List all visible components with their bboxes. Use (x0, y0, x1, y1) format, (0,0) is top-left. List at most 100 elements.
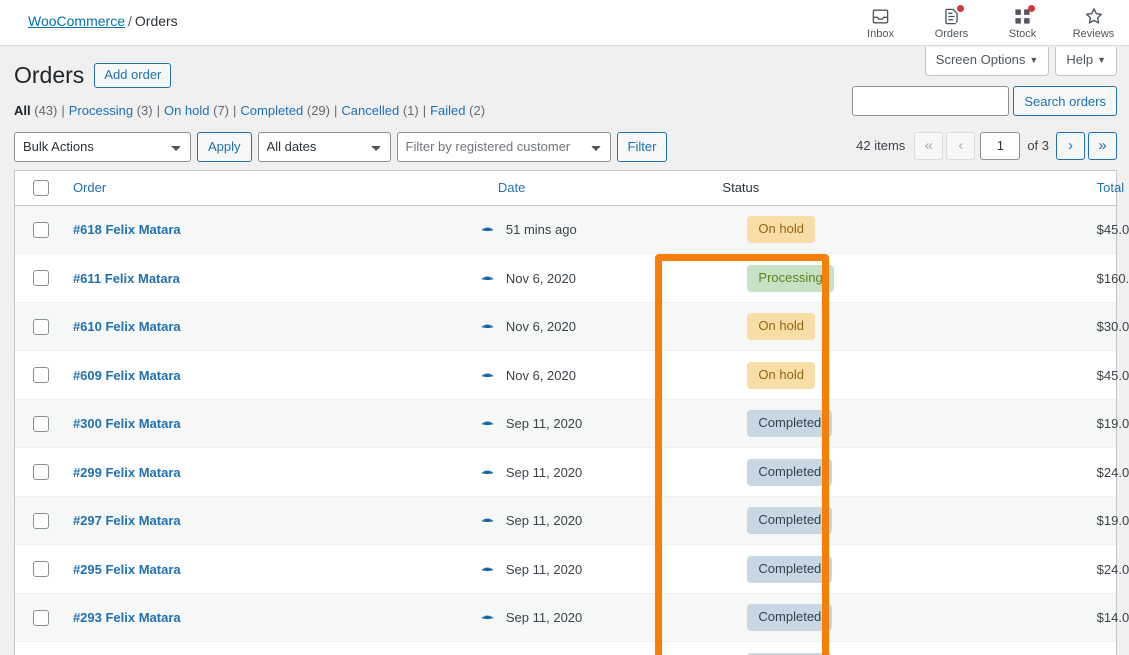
order-link[interactable]: #609 Felix Matara (73, 368, 181, 383)
order-link[interactable]: #300 Felix Matara (73, 416, 181, 431)
date-text: Nov 6, 2020 (505, 270, 576, 286)
status-cell: On hold (722, 302, 1097, 352)
table-row[interactable]: #299 Felix Matara Sep 11, 2020 Completed $2… (15, 448, 1129, 497)
status-filter-failed[interactable]: Failed (2) (430, 103, 485, 118)
row-checkbox[interactable] (33, 609, 49, 626)
row-checkbox[interactable] (33, 512, 49, 529)
order-link[interactable]: #295 Felix Matara (73, 562, 181, 577)
search-input[interactable] (852, 86, 1010, 116)
status-filter-label[interactable]: Cancelled (341, 103, 399, 118)
status-filter-label[interactable]: All (14, 103, 31, 118)
row-checkbox[interactable] (33, 464, 49, 481)
first-page-button[interactable]: « (914, 131, 944, 160)
table-row[interactable]: #300 Felix Matara Sep 11, 2020 Completed $1… (15, 399, 1129, 449)
row-checkbox[interactable] (33, 415, 49, 432)
order-link[interactable]: #297 Felix Matara (73, 513, 181, 528)
customer-filter-select[interactable]: Filter by registered customer (396, 131, 611, 162)
status-filter-all[interactable]: All (43) (14, 103, 57, 118)
breadcrumb-woocommerce-link[interactable]: WooCommerce (28, 13, 125, 29)
status-filter-processing[interactable]: Processing (3) (69, 103, 153, 118)
row-checkbox[interactable] (33, 367, 49, 384)
title-row: Orders Add order (14, 46, 1117, 91)
add-order-button[interactable]: Add order (94, 63, 172, 89)
inbox-icon (871, 6, 891, 26)
order-cell: #610 Felix Matara (72, 302, 498, 352)
next-page-button[interactable]: › (1056, 131, 1085, 160)
preview-eye-icon[interactable] (470, 271, 506, 286)
status-filter-label[interactable]: Failed (430, 103, 465, 118)
status-cell: Completed (722, 545, 1097, 594)
table-row[interactable]: #618 Felix Matara 51 mins ago On hold $45.0… (15, 205, 1129, 255)
activity-panel-item-orders[interactable]: Orders (916, 0, 987, 46)
search-box: Search orders (852, 86, 1117, 116)
row-checkbox[interactable] (33, 561, 49, 578)
table-row[interactable]: #295 Felix Matara Sep 11, 2020 Completed $2… (15, 545, 1129, 594)
preview-eye-icon[interactable] (470, 562, 506, 577)
status-badge: Completed (747, 507, 833, 535)
status-filter-count: (43) (30, 102, 58, 118)
last-page-button[interactable]: » (1088, 131, 1117, 160)
status-filter-divider: | (422, 102, 427, 118)
order-link[interactable]: #618 Felix Matara (73, 222, 181, 237)
status-filter-cancelled[interactable]: Cancelled (1) (341, 103, 418, 118)
order-link[interactable]: #299 Felix Matara (73, 465, 181, 480)
activity-panel-item-inbox[interactable]: Inbox (845, 0, 916, 46)
status-filter-on-hold[interactable]: On hold (7) (164, 103, 229, 118)
prev-page-button[interactable]: ‹ (946, 131, 976, 160)
preview-eye-icon[interactable] (470, 368, 506, 383)
date-cell: Sep 11, 2020 (481, 448, 723, 497)
filter-button[interactable]: Filter (616, 131, 668, 162)
table-row[interactable]: #610 Felix Matara Nov 6, 2020 On hold $30.0… (15, 302, 1129, 352)
status-filter-label[interactable]: Processing (69, 103, 133, 118)
total-amount: $19.00 (1096, 416, 1129, 432)
preview-eye-icon[interactable] (470, 319, 506, 334)
row-checkbox[interactable] (33, 221, 49, 238)
activity-panel-item-reviews[interactable]: Reviews (1058, 0, 1129, 46)
status-filter-label[interactable]: Completed (240, 103, 303, 118)
select-all-checkbox[interactable] (33, 180, 49, 197)
column-header-total[interactable]: Total (1096, 170, 1124, 206)
table-row[interactable]: #609 Felix Matara Nov 6, 2020 On hold $45.0… (15, 351, 1129, 400)
table-row[interactable]: #297 Felix Matara Sep 11, 2020 Completed $1… (15, 496, 1129, 546)
row-checkbox[interactable] (33, 270, 49, 287)
activity-panel-item-stock[interactable]: Stock (987, 0, 1058, 46)
current-page-input[interactable] (980, 131, 1021, 160)
select-all-header (15, 170, 73, 206)
preview-eye-icon[interactable] (470, 513, 506, 528)
table-row[interactable]: Completed (15, 642, 1116, 655)
preview-eye-icon[interactable] (470, 222, 506, 237)
order-link[interactable]: #610 Felix Matara (73, 319, 181, 334)
preview-eye-icon[interactable] (470, 610, 506, 625)
date-cell: Sep 11, 2020 (481, 496, 723, 546)
column-header-date[interactable]: Date (497, 170, 723, 206)
activity-panel-label-orders: Orders (934, 28, 969, 40)
date-text: Nov 6, 2020 (505, 367, 576, 383)
status-cell: Completed (722, 496, 1097, 546)
orders-table-body: #618 Felix Matara 51 mins ago On hold $45.0… (15, 205, 1129, 655)
breadcrumb-current: Orders (134, 13, 178, 29)
bulk-actions-select[interactable]: Bulk Actions (14, 131, 191, 162)
column-header-order[interactable]: Order (72, 170, 498, 206)
date-text: Sep 11, 2020 (505, 610, 583, 626)
orders-notification-dot (956, 5, 964, 12)
preview-eye-icon[interactable] (470, 465, 506, 480)
table-row[interactable]: #611 Felix Matara Nov 6, 2020 Processing $1… (15, 254, 1129, 303)
date-text: Sep 11, 2020 (505, 561, 583, 577)
search-orders-button[interactable]: Search orders (1013, 86, 1117, 116)
date-filter-select[interactable]: All dates (257, 131, 391, 162)
status-filter-divider: | (156, 102, 160, 118)
status-badge: Completed (747, 458, 833, 486)
apply-button[interactable]: Apply (197, 131, 252, 162)
status-filter-label[interactable]: On hold (164, 103, 210, 118)
status-cell: On hold (722, 205, 1097, 255)
date-cell: Nov 6, 2020 (481, 302, 723, 352)
order-link[interactable]: #293 Felix Matara (73, 610, 181, 625)
status-filter-count: (29) (303, 102, 330, 118)
status-filter-completed[interactable]: Completed (29) (240, 103, 330, 118)
pagination: 42 items « ‹ of 3 › » (856, 131, 1117, 160)
row-checkbox[interactable] (33, 318, 49, 335)
row-select-cell (15, 545, 73, 594)
order-link[interactable]: #611 Felix Matara (73, 271, 180, 286)
table-row[interactable]: #293 Felix Matara Sep 11, 2020 Completed $1… (15, 593, 1129, 643)
preview-eye-icon[interactable] (470, 416, 506, 431)
